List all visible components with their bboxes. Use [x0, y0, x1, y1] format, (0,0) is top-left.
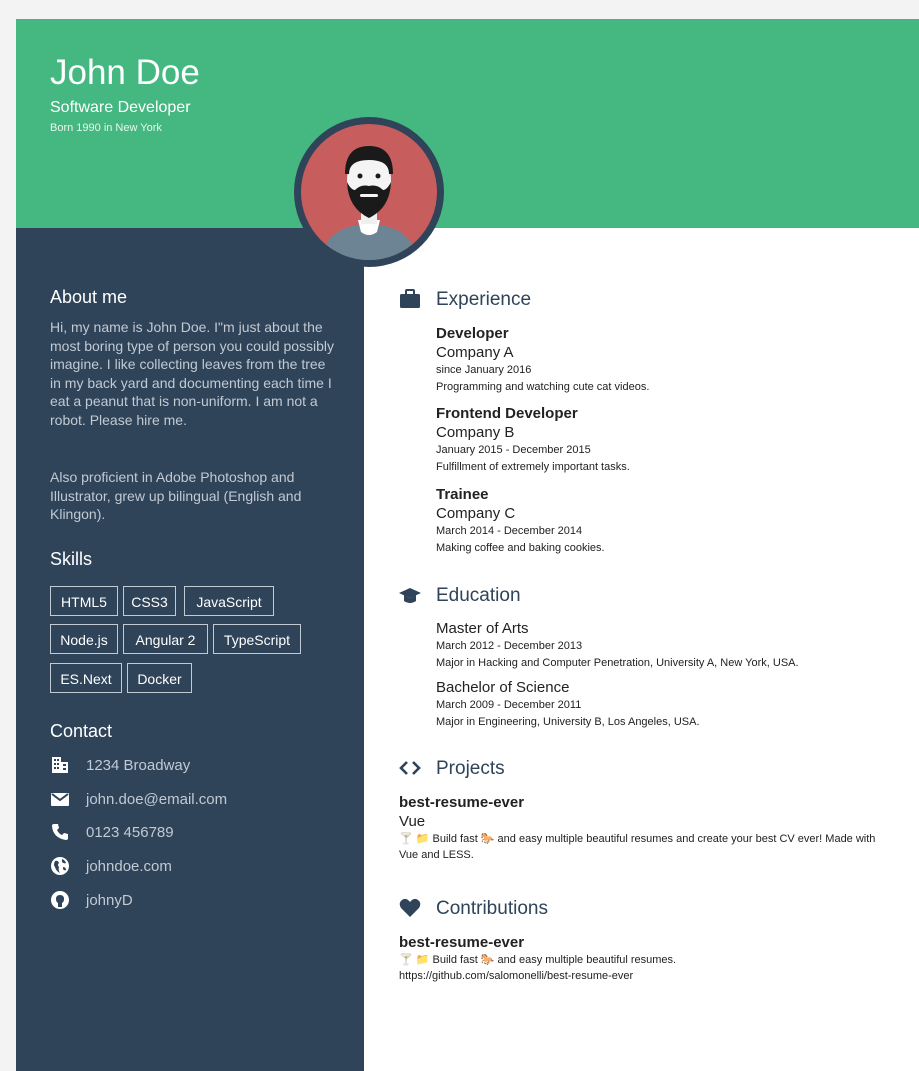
mail-icon — [51, 793, 69, 806]
briefcase-icon — [400, 289, 420, 308]
experience-item: Trainee Company C March 2014 - December … — [436, 485, 906, 558]
phone-icon — [52, 824, 68, 840]
experience-company: Company C — [436, 505, 516, 522]
skills-heading: Skills — [50, 549, 93, 569]
contact-github[interactable]: johnyD — [50, 890, 133, 910]
skill-badge: CSS3 — [123, 586, 176, 616]
contribution-description: 🍸 📁 Build fast 🐎 and easy multiple beaut… — [399, 954, 677, 966]
about-text: Hi, my name is John Doe. I"m just about … — [50, 319, 335, 428]
education-heading: Education — [436, 585, 521, 606]
experience-position: Frontend Developer — [436, 405, 578, 422]
project-platform: Vue — [399, 813, 426, 830]
contribution-item: best-resume-ever 🍸 📁 Build fast 🐎 and ea… — [399, 933, 899, 984]
experience-dates: January 2015 - December 2015 — [436, 444, 591, 456]
globe-icon — [51, 857, 69, 875]
project-description: 🍸 📁 Build fast 🐎 and easy multiple beaut… — [399, 833, 876, 861]
about-heading: About me — [50, 287, 128, 307]
education-degree: Master of Arts — [436, 620, 529, 637]
experience-item: Frontend Developer Company B January 201… — [436, 404, 906, 477]
skill-badge: TypeScript — [213, 624, 301, 654]
education-item: Master of Arts March 2012 - December 201… — [436, 619, 906, 673]
project-name: best-resume-ever — [399, 794, 525, 811]
avatar — [294, 117, 444, 267]
project-item: best-resume-ever Vue 🍸 📁 Build fast 🐎 an… — [399, 793, 899, 863]
skill-badge: ES.Next — [50, 663, 122, 693]
skill-badge: Docker — [127, 663, 192, 693]
experience-dates: March 2014 - December 2014 — [436, 525, 583, 537]
person-name: John Doe — [50, 53, 200, 92]
contact-phone[interactable]: 0123 456789 — [50, 822, 174, 842]
experience-company: Company A — [436, 344, 514, 361]
resume-page: John Doe Software Developer Born 1990 in… — [16, 19, 919, 1071]
contact-github-text[interactable]: johnyD — [86, 892, 133, 909]
contact-phone-text[interactable]: 0123 456789 — [86, 824, 174, 841]
education-dates: March 2009 - December 2011 — [436, 699, 582, 711]
experience-description: Making coffee and baking cookies. — [436, 542, 605, 554]
about-text-secondary: Also proficient in Adobe Photoshop and I… — [50, 469, 302, 523]
job-title: Software Developer — [50, 99, 191, 116]
skill-badge: Node.js — [50, 624, 118, 654]
skill-badge: JavaScript — [184, 586, 274, 616]
experience-position: Trainee — [436, 486, 489, 503]
contact-address-text: 1234 Broadway — [86, 756, 191, 774]
contact-heading: Contact — [50, 721, 113, 741]
experience-position: Developer — [436, 325, 509, 342]
avatar-portrait-icon — [301, 124, 437, 260]
experience-heading: Experience — [436, 289, 532, 310]
experience-description: Programming and watching cute cat videos… — [436, 381, 650, 393]
experience-company: Company B — [436, 424, 515, 441]
heart-icon — [399, 898, 421, 917]
skill-badge: Angular 2 — [123, 624, 208, 654]
birth-info: Born 1990 in New York — [50, 122, 162, 134]
experience-description: Fulfillment of extremely important tasks… — [436, 461, 630, 473]
education-dates: March 2012 - December 2013 — [436, 640, 583, 652]
header-band: John Doe Software Developer Born 1990 in… — [16, 19, 919, 228]
experience-item: Developer Company A since January 2016 P… — [436, 324, 906, 397]
contact-website[interactable]: johndoe.com — [50, 856, 172, 876]
education-degree: Bachelor of Science — [436, 679, 570, 696]
experience-dates: since January 2016 — [436, 364, 532, 376]
building-icon — [52, 757, 68, 773]
code-brackets-icon — [399, 761, 421, 775]
contact-email[interactable]: john.doe@email.com — [50, 789, 227, 809]
graduation-cap-icon — [399, 588, 421, 603]
contribution-url[interactable]: https://github.com/salomonelli/best-resu… — [399, 968, 899, 984]
github-icon — [51, 891, 69, 909]
contribution-name: best-resume-ever — [399, 934, 525, 951]
contact-email-text[interactable]: john.doe@email.com — [86, 791, 227, 808]
skill-badge: HTML5 — [50, 586, 118, 616]
education-description: Major in Engineering, University B, Los … — [436, 716, 700, 728]
contact-address: 1234 Broadway — [50, 755, 190, 775]
projects-heading: Projects — [436, 758, 505, 779]
contributions-heading: Contributions — [436, 898, 548, 919]
contact-website-text[interactable]: johndoe.com — [86, 858, 172, 875]
education-description: Major in Hacking and Computer Penetratio… — [436, 657, 799, 669]
education-item: Bachelor of Science March 2009 - Decembe… — [436, 678, 906, 732]
